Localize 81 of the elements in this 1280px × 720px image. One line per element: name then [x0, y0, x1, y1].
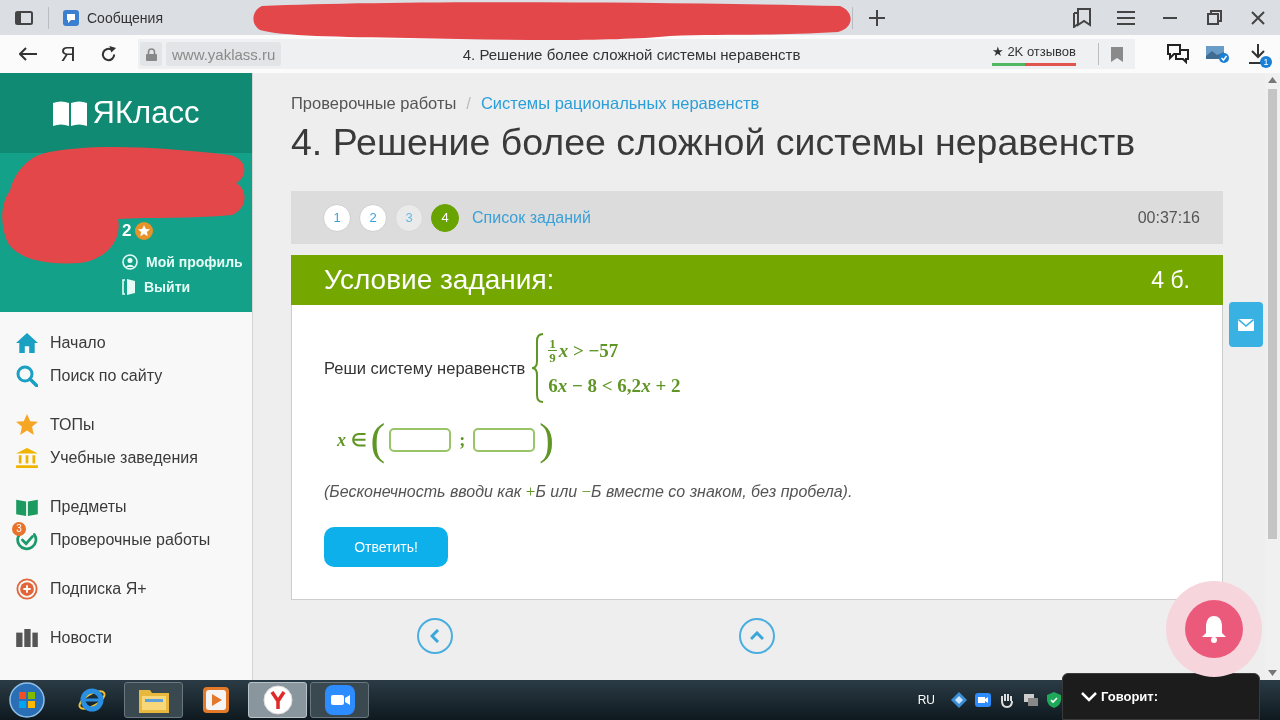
- restore-icon: [1206, 10, 1222, 25]
- inequality: 6x − 8 < 6,2x + 2: [548, 373, 681, 398]
- bookmark-stack-icon: [1073, 7, 1091, 28]
- url-text: www.yaklass.ru: [166, 42, 282, 66]
- book-icon: [16, 497, 38, 516]
- bell-icon: [1201, 615, 1227, 643]
- home-button[interactable]: Я: [48, 37, 88, 71]
- plus-circle-icon: [16, 577, 38, 600]
- menu-icon: [1117, 10, 1135, 25]
- arrow-up-icon[interactable]: [1268, 77, 1277, 83]
- open-book-icon: [52, 100, 87, 126]
- points-count: 2: [122, 221, 132, 241]
- back-arrow-icon: [19, 47, 37, 61]
- sidebar-item[interactable]: ТОПы: [0, 408, 252, 441]
- diamond-icon: [951, 692, 967, 708]
- sidebar-panel-icon: [15, 10, 33, 25]
- answer-field[interactable]: [473, 428, 536, 452]
- bookmark-icon: [1111, 46, 1123, 62]
- user-circle-icon: [122, 254, 138, 270]
- task-title: Условие задания:: [324, 264, 555, 296]
- circle-logo-icon: [262, 685, 293, 715]
- hint-text: (Бесконечность вводи как +Б или −Б вместе со знаком, без пробела).: [324, 482, 854, 502]
- chevron-up-icon: [750, 631, 764, 641]
- star-icon: [16, 414, 38, 435]
- download-count-badge: 1: [1260, 56, 1272, 68]
- browser-tab[interactable]: Сообщения: [55, 0, 252, 35]
- sidebar-item[interactable]: Предметы: [0, 490, 252, 523]
- logo-text: ЯКласс: [92, 95, 200, 131]
- scrollbar-thumb[interactable]: [1268, 89, 1277, 539]
- folder-icon: [138, 687, 169, 713]
- shield-icon: [1047, 692, 1061, 708]
- video-camera-icon: [324, 685, 355, 715]
- chevron-left-icon: [430, 629, 440, 643]
- lock-icon: [145, 47, 157, 61]
- sidebar-item[interactable]: Учебные заведения: [0, 441, 252, 474]
- minimize-icon: [1163, 16, 1177, 19]
- sidebar-item[interactable]: Поиск по сайту: [0, 359, 252, 392]
- stacked-squares-icon: [1023, 692, 1039, 708]
- task-points: 4 б.: [1151, 266, 1190, 294]
- reload-icon: [99, 45, 117, 63]
- curly-brace: [531, 333, 545, 403]
- answer-field[interactable]: [389, 428, 452, 452]
- chat-bubbles-icon: [1167, 44, 1189, 64]
- taskbar-app[interactable]: [310, 682, 369, 718]
- timer-text: 00:37:16: [1137, 208, 1200, 227]
- taskbar-app[interactable]: [124, 682, 183, 718]
- sidebar-item[interactable]: Начало: [0, 326, 252, 359]
- language-indicator[interactable]: RU: [917, 693, 935, 707]
- close-icon: [1251, 10, 1265, 25]
- count-badge: 3: [12, 521, 26, 536]
- speaking-indicator[interactable]: Говорит:: [1062, 673, 1260, 720]
- separator: ;: [458, 429, 467, 451]
- sidebar-item[interactable]: Новости: [0, 621, 252, 654]
- variable-label: x ∈: [337, 429, 367, 451]
- chat-bubble-icon: [63, 9, 79, 26]
- reviews-link[interactable]: ★ 2K отзывов: [981, 42, 1086, 66]
- downloads-button[interactable]: 1: [1238, 37, 1278, 71]
- address-bar[interactable]: www.yaklass.ru 4. Решение более сложной системы неравенств ★ 2K отзывов: [138, 39, 1135, 69]
- hand-icon: [999, 692, 1015, 708]
- plus-icon: [869, 9, 885, 26]
- video-camera-icon: [975, 693, 991, 707]
- star-coin-icon: [135, 222, 154, 240]
- search-icon: [16, 364, 38, 387]
- news-icon: [16, 628, 38, 647]
- bank-icon: [16, 447, 38, 468]
- play-icon: [202, 687, 229, 713]
- page-heading: 4. Решение более сложной системы неравенств: [291, 121, 1137, 163]
- chevron-down-icon: [1081, 691, 1097, 702]
- sidebar-item[interactable]: 3 Проверочные работы: [0, 523, 252, 556]
- envelope-icon: [1238, 318, 1254, 331]
- windows-logo-icon: [9, 682, 45, 718]
- arrow-down-icon[interactable]: [1268, 670, 1277, 676]
- task-prompt: Реши систему неравенств: [324, 358, 526, 378]
- home-icon: [16, 332, 38, 353]
- breadcrumb-separator: /: [466, 93, 471, 113]
- image-icon: [1206, 44, 1230, 64]
- page-title: 4. Решение более сложной системы неравенств: [461, 45, 802, 63]
- sidebar-item[interactable]: Подписка Я+: [0, 572, 252, 605]
- breadcrumb-item: Проверочные работы: [291, 93, 457, 113]
- door-icon: [122, 279, 136, 295]
- download-icon: [1249, 44, 1267, 64]
